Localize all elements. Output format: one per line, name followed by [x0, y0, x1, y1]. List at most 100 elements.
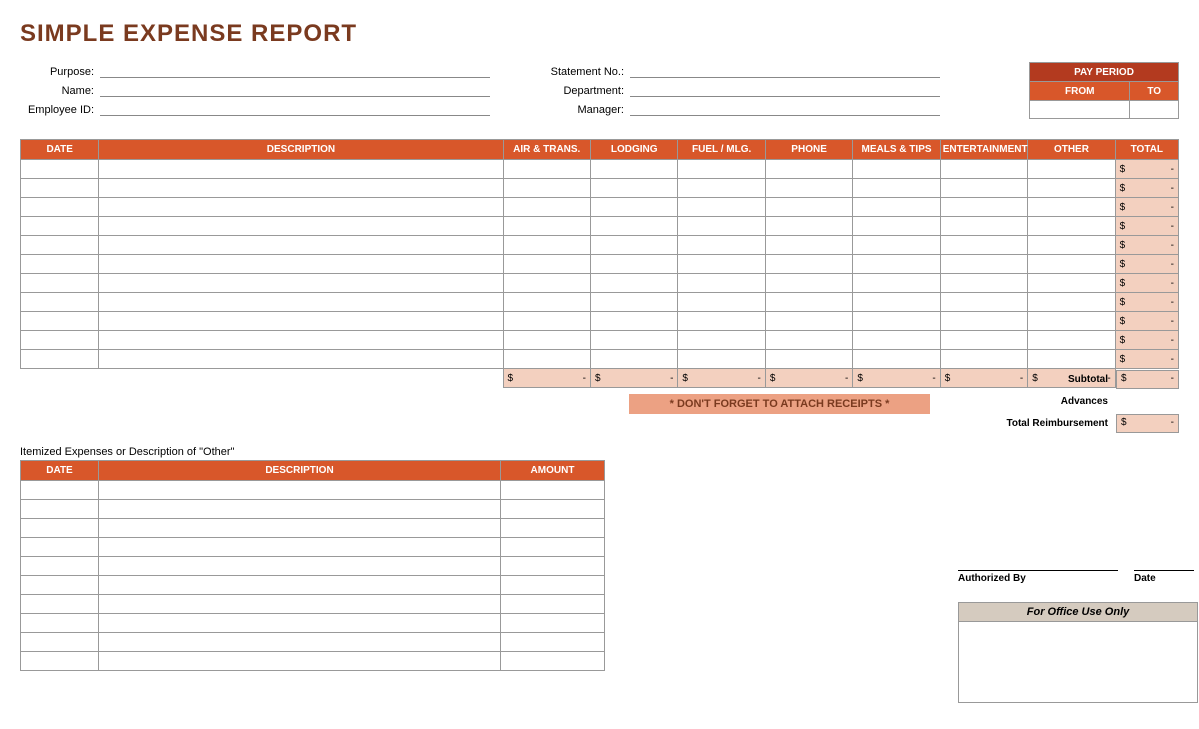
expense-cell[interactable]	[503, 179, 590, 198]
field-purpose-input[interactable]	[100, 62, 490, 78]
expense-cell[interactable]	[99, 255, 503, 274]
expense-cell[interactable]	[765, 236, 852, 255]
expense-cell[interactable]	[940, 350, 1027, 369]
expense-cell[interactable]	[1028, 312, 1115, 331]
expense-cell[interactable]	[1028, 198, 1115, 217]
expense-cell[interactable]	[503, 255, 590, 274]
expense-cell[interactable]	[21, 350, 99, 369]
expense-cell[interactable]	[1028, 160, 1115, 179]
expense-cell[interactable]	[765, 255, 852, 274]
itemized-cell[interactable]	[21, 595, 99, 614]
expense-cell[interactable]	[503, 312, 590, 331]
expense-cell[interactable]	[853, 293, 940, 312]
expense-cell[interactable]	[21, 331, 99, 350]
field-name-input[interactable]	[100, 81, 490, 97]
expense-cell[interactable]	[503, 198, 590, 217]
expense-cell[interactable]	[853, 217, 940, 236]
itemized-cell[interactable]	[99, 481, 501, 500]
expense-cell[interactable]	[21, 179, 99, 198]
itemized-cell[interactable]	[99, 500, 501, 519]
expense-cell[interactable]	[21, 274, 99, 293]
field-employee-id-input[interactable]	[100, 100, 490, 116]
advances-value[interactable]	[1116, 392, 1179, 411]
expense-cell[interactable]	[765, 350, 852, 369]
expense-cell[interactable]	[590, 198, 677, 217]
expense-cell[interactable]	[1028, 217, 1115, 236]
expense-cell[interactable]	[678, 293, 765, 312]
itemized-cell[interactable]	[21, 538, 99, 557]
expense-cell[interactable]	[678, 198, 765, 217]
expense-cell[interactable]	[503, 274, 590, 293]
expense-cell[interactable]	[853, 350, 940, 369]
expense-cell[interactable]	[678, 217, 765, 236]
itemized-cell[interactable]	[501, 557, 605, 576]
expense-cell[interactable]	[678, 236, 765, 255]
expense-cell[interactable]	[99, 198, 503, 217]
expense-cell[interactable]	[853, 236, 940, 255]
expense-cell[interactable]	[1028, 255, 1115, 274]
expense-cell[interactable]	[590, 274, 677, 293]
expense-cell[interactable]	[940, 160, 1027, 179]
expense-cell[interactable]	[590, 331, 677, 350]
pay-period-from-input[interactable]	[1030, 101, 1130, 119]
expense-cell[interactable]	[765, 160, 852, 179]
expense-cell[interactable]	[765, 274, 852, 293]
expense-cell[interactable]	[853, 198, 940, 217]
expense-cell[interactable]	[99, 217, 503, 236]
itemized-cell[interactable]	[501, 633, 605, 652]
expense-cell[interactable]	[765, 179, 852, 198]
itemized-cell[interactable]	[99, 538, 501, 557]
expense-cell[interactable]	[940, 236, 1027, 255]
itemized-cell[interactable]	[99, 595, 501, 614]
expense-cell[interactable]	[853, 179, 940, 198]
expense-cell[interactable]	[21, 160, 99, 179]
expense-cell[interactable]	[590, 255, 677, 274]
expense-cell[interactable]	[21, 198, 99, 217]
expense-cell[interactable]	[853, 312, 940, 331]
field-department-input[interactable]	[630, 81, 940, 97]
itemized-cell[interactable]	[99, 633, 501, 652]
expense-cell[interactable]	[678, 331, 765, 350]
expense-cell[interactable]	[21, 312, 99, 331]
expense-cell[interactable]	[99, 274, 503, 293]
expense-cell[interactable]	[678, 274, 765, 293]
itemized-cell[interactable]	[99, 557, 501, 576]
expense-cell[interactable]	[99, 179, 503, 198]
expense-cell[interactable]	[1028, 293, 1115, 312]
itemized-cell[interactable]	[21, 633, 99, 652]
expense-cell[interactable]	[1028, 179, 1115, 198]
itemized-cell[interactable]	[21, 576, 99, 595]
itemized-cell[interactable]	[99, 652, 501, 671]
field-statement-no-input[interactable]	[630, 62, 940, 78]
expense-cell[interactable]	[765, 312, 852, 331]
expense-cell[interactable]	[940, 293, 1027, 312]
expense-cell[interactable]	[99, 160, 503, 179]
expense-cell[interactable]	[503, 217, 590, 236]
expense-cell[interactable]	[503, 236, 590, 255]
expense-cell[interactable]	[853, 274, 940, 293]
expense-cell[interactable]	[21, 293, 99, 312]
pay-period-to-input[interactable]	[1130, 101, 1179, 119]
expense-cell[interactable]	[678, 312, 765, 331]
expense-cell[interactable]	[21, 236, 99, 255]
itemized-cell[interactable]	[21, 557, 99, 576]
itemized-cell[interactable]	[501, 500, 605, 519]
expense-cell[interactable]	[765, 198, 852, 217]
expense-cell[interactable]	[678, 160, 765, 179]
expense-cell[interactable]	[21, 217, 99, 236]
expense-cell[interactable]	[940, 198, 1027, 217]
itemized-cell[interactable]	[501, 576, 605, 595]
expense-cell[interactable]	[503, 160, 590, 179]
expense-cell[interactable]	[940, 255, 1027, 274]
expense-cell[interactable]	[1028, 236, 1115, 255]
itemized-cell[interactable]	[99, 519, 501, 538]
itemized-cell[interactable]	[501, 519, 605, 538]
expense-cell[interactable]	[503, 293, 590, 312]
expense-cell[interactable]	[853, 331, 940, 350]
expense-cell[interactable]	[503, 331, 590, 350]
expense-cell[interactable]	[99, 293, 503, 312]
itemized-cell[interactable]	[21, 614, 99, 633]
expense-cell[interactable]	[678, 350, 765, 369]
expense-cell[interactable]	[765, 293, 852, 312]
itemized-cell[interactable]	[21, 652, 99, 671]
